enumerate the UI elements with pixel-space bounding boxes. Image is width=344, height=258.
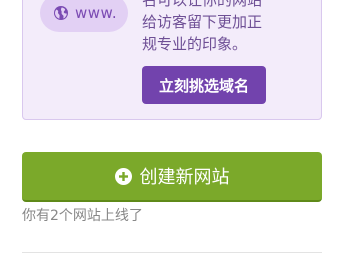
globe-icon — [53, 5, 69, 21]
domain-pill: www. — [40, 0, 128, 32]
promo-line: 给访客留下更加正 — [142, 13, 263, 31]
domain-pill-text: www. — [75, 4, 118, 22]
promo-line: 名可以让你的网站 — [142, 0, 263, 9]
sites-online-status: 你有2个网站上线了 — [22, 208, 143, 224]
create-new-site-button[interactable]: 创建新网站 — [22, 152, 322, 202]
plus-circle-icon — [114, 167, 132, 185]
choose-domain-button[interactable]: 立刻挑选域名 — [142, 66, 266, 104]
divider — [22, 252, 322, 253]
promo-description: 名可以让你的网站 给访客留下更加正 规专业的印象。 — [142, 0, 312, 55]
create-new-site-label: 创建新网站 — [139, 167, 230, 188]
promo-line: 规专业的印象。 — [142, 35, 248, 53]
domain-promo-card: www. 名可以让你的网站 给访客留下更加正 规专业的印象。 立刻挑选域名 — [22, 0, 322, 120]
